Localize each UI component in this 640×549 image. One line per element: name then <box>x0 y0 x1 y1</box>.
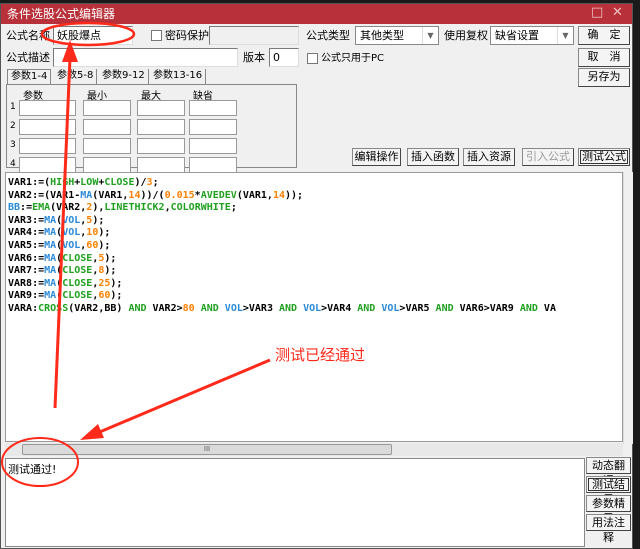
annotation-arrow-up <box>53 57 72 409</box>
annotation-ellipse-output <box>1 437 79 487</box>
annotation-arrow-left <box>94 358 271 436</box>
annotation-text: 测试已经通过 <box>275 346 366 364</box>
arrow-head-icon <box>80 424 104 440</box>
annotation-ellipse-name <box>40 21 136 47</box>
annotation-overlay <box>1 21 271 487</box>
